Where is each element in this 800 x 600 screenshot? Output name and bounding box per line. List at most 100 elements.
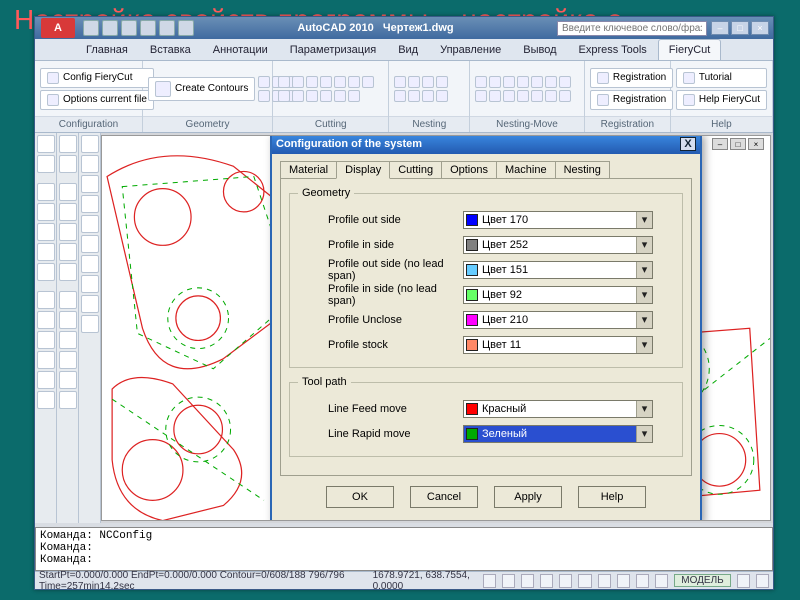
tool-icon[interactable] (258, 90, 270, 102)
qat-print-icon[interactable] (178, 20, 194, 36)
ribbon-tab[interactable]: Аннотации (202, 39, 279, 60)
status-toggle[interactable] (636, 574, 649, 588)
tool-icon[interactable] (408, 76, 420, 88)
tool-icon[interactable] (37, 371, 55, 389)
tool-icon[interactable] (258, 76, 270, 88)
dialog-tab[interactable]: Material (280, 161, 337, 179)
tool-icon[interactable] (545, 90, 557, 102)
tool-icon[interactable] (503, 76, 515, 88)
ribbon-tab[interactable]: Управление (429, 39, 512, 60)
tool-icon[interactable] (334, 76, 346, 88)
chevron-down-icon[interactable]: ▾ (636, 237, 652, 253)
tool-icon[interactable] (81, 315, 99, 333)
ribbon-tab[interactable]: Главная (75, 39, 139, 60)
tool-icon[interactable] (545, 76, 557, 88)
color-combo[interactable]: Цвет 170▾ (463, 211, 653, 229)
status-toggle[interactable] (617, 574, 630, 588)
color-combo[interactable]: Цвет 11▾ (463, 336, 653, 354)
tool-icon[interactable] (278, 76, 290, 88)
tool-icon[interactable] (362, 76, 374, 88)
ok-button[interactable]: OK (326, 486, 394, 508)
dialog-tab[interactable]: Machine (496, 161, 556, 179)
window-maximize-button[interactable]: □ (731, 21, 749, 35)
options-current-file-button[interactable]: Options current file (40, 90, 154, 110)
tool-icon[interactable] (306, 90, 318, 102)
tool-icon[interactable] (394, 90, 406, 102)
chevron-down-icon[interactable]: ▾ (636, 337, 652, 353)
help-fierycut-button[interactable]: Help FieryCut (676, 90, 767, 110)
window-close-button[interactable]: × (751, 21, 769, 35)
dialog-close-button[interactable]: X (680, 137, 696, 151)
status-toggle[interactable] (598, 574, 611, 588)
tool-icon[interactable] (81, 275, 99, 293)
dialog-tab[interactable]: Nesting (555, 161, 610, 179)
status-toggle[interactable] (655, 574, 668, 588)
chevron-down-icon[interactable]: ▾ (636, 287, 652, 303)
config-fierycut-button[interactable]: Config FieryCut (40, 68, 154, 88)
model-space-button[interactable]: МОДЕЛЬ (674, 574, 730, 587)
create-contours-button[interactable]: Create Contours (148, 77, 255, 101)
tool-icon[interactable] (422, 76, 434, 88)
tool-icon[interactable] (475, 90, 487, 102)
tool-icon[interactable] (59, 331, 77, 349)
tool-icon[interactable] (81, 295, 99, 313)
tool-icon[interactable] (59, 371, 77, 389)
app-menu-button[interactable]: A (41, 18, 75, 38)
registration-button[interactable]: Registration (590, 68, 673, 88)
tool-icon[interactable] (320, 76, 332, 88)
tool-icon[interactable] (348, 90, 360, 102)
tool-icon[interactable] (81, 175, 99, 193)
cancel-button[interactable]: Cancel (410, 486, 478, 508)
tool-icon[interactable] (59, 243, 77, 261)
chevron-down-icon[interactable]: ▾ (636, 312, 652, 328)
chevron-down-icon[interactable]: ▾ (636, 212, 652, 228)
tool-icon[interactable] (37, 183, 55, 201)
ribbon-tab[interactable]: Express Tools (568, 39, 658, 60)
tool-icon[interactable] (278, 90, 290, 102)
tool-icon[interactable] (59, 223, 77, 241)
help-button[interactable]: Help (578, 486, 646, 508)
status-toggle[interactable] (502, 574, 515, 588)
qat-redo-icon[interactable] (159, 20, 175, 36)
tool-icon[interactable] (81, 255, 99, 273)
tool-icon[interactable] (37, 155, 55, 173)
color-combo[interactable]: Цвет 151▾ (463, 261, 653, 279)
tool-icon[interactable] (517, 76, 529, 88)
ribbon-tab[interactable]: Параметризация (279, 39, 387, 60)
tutorial-button[interactable]: Tutorial (676, 68, 767, 88)
chevron-down-icon[interactable]: ▾ (636, 262, 652, 278)
apply-button[interactable]: Apply (494, 486, 562, 508)
tool-icon[interactable] (408, 90, 420, 102)
tool-icon[interactable] (81, 195, 99, 213)
window-minimize-button[interactable]: – (711, 21, 729, 35)
status-toggle[interactable] (540, 574, 553, 588)
ribbon-tab[interactable]: Вид (387, 39, 429, 60)
status-toggle[interactable] (559, 574, 572, 588)
tool-icon[interactable] (334, 90, 346, 102)
chevron-down-icon[interactable]: ▾ (636, 401, 652, 417)
tool-icon[interactable] (59, 263, 77, 281)
dialog-tab[interactable]: Display (336, 161, 390, 179)
tool-icon[interactable] (436, 90, 448, 102)
move-icon[interactable] (475, 76, 487, 88)
tool-icon[interactable] (489, 90, 501, 102)
tool-icon[interactable] (320, 90, 332, 102)
ribbon-tab[interactable]: Вывод (512, 39, 567, 60)
color-combo[interactable]: Зеленый▾ (463, 425, 653, 443)
command-window[interactable]: Команда: NCConfigКоманда:Команда: (35, 527, 773, 571)
tool-icon[interactable] (531, 76, 543, 88)
tool-icon[interactable] (59, 155, 77, 173)
status-toggle[interactable] (483, 574, 496, 588)
tool-icon[interactable] (37, 135, 55, 153)
color-combo[interactable]: Красный▾ (463, 400, 653, 418)
tool-icon[interactable] (559, 76, 571, 88)
dialog-tab[interactable]: Cutting (389, 161, 442, 179)
tool-icon[interactable] (37, 331, 55, 349)
tool-icon[interactable] (59, 351, 77, 369)
tool-icon[interactable] (37, 263, 55, 281)
tool-icon[interactable] (292, 76, 304, 88)
tool-icon[interactable] (489, 76, 501, 88)
qat-undo-icon[interactable] (140, 20, 156, 36)
tool-icon[interactable] (436, 76, 448, 88)
tool-icon[interactable] (517, 90, 529, 102)
